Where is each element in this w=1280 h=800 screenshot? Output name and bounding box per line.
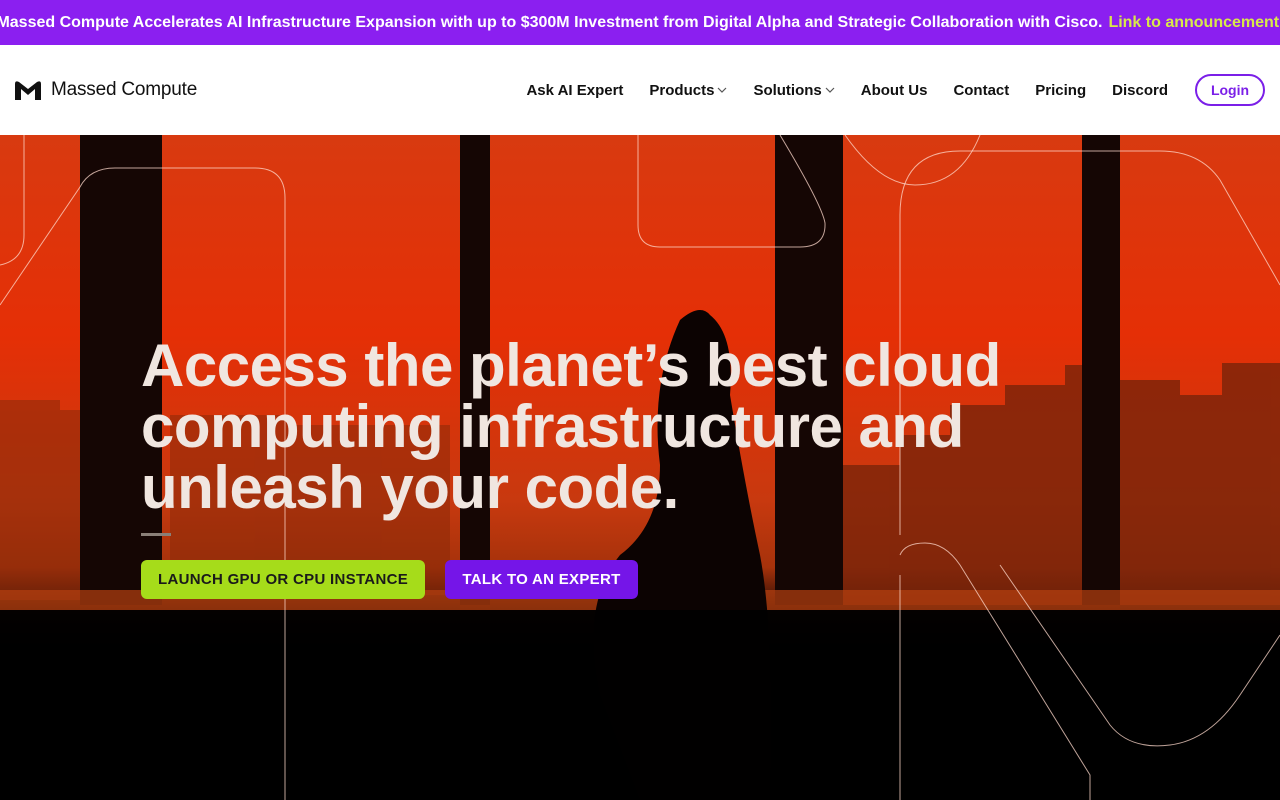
hero-headline: Access the planet’s best cloud computing… xyxy=(141,332,1001,521)
chevron-down-icon xyxy=(718,87,727,93)
launch-instance-button[interactable]: LAUNCH GPU OR CPU INSTANCE xyxy=(141,560,425,599)
nav-contact[interactable]: Contact xyxy=(953,82,1009,99)
login-button[interactable]: Login xyxy=(1195,74,1265,106)
main-nav: Ask AI Expert Products Solutions About U… xyxy=(500,45,1265,135)
nav-label: Solutions xyxy=(753,81,822,99)
massed-compute-logo-icon xyxy=(15,81,41,100)
nav-label: Ask AI Expert xyxy=(526,81,624,99)
hero-section: Access the planet’s best cloud computing… xyxy=(0,135,1280,800)
nav-solutions[interactable]: Solutions xyxy=(753,81,835,99)
nav-label: About Us xyxy=(860,81,928,99)
hero-divider xyxy=(141,533,171,536)
nav-label: Products xyxy=(649,81,715,99)
brand-name: Massed Compute xyxy=(51,79,198,100)
nav-products[interactable]: Products xyxy=(649,82,727,99)
site-header: Massed Compute Ask AI Expert Products So… xyxy=(0,45,1280,135)
nav-discord[interactable]: Discord xyxy=(1112,82,1168,99)
chevron-down-icon xyxy=(825,87,835,93)
nav-about-us[interactable]: About Us xyxy=(861,82,928,99)
announcement-text: Massed Compute Accelerates AI Infrastruc… xyxy=(0,13,1103,31)
brand-logo[interactable]: Massed Compute xyxy=(15,79,197,101)
announcement-bar: Massed Compute Accelerates AI Infrastruc… xyxy=(0,0,1280,45)
announcement-link[interactable]: Link to announcement. xyxy=(1108,14,1280,32)
nav-pricing[interactable]: Pricing xyxy=(1035,82,1086,99)
nav-label: Discord xyxy=(1112,81,1168,99)
nav-label: Pricing xyxy=(1035,81,1087,99)
nav-label: Contact xyxy=(953,81,1010,99)
nav-ask-ai-expert[interactable]: Ask AI Expert xyxy=(526,82,623,99)
talk-to-expert-button[interactable]: TALK TO AN EXPERT xyxy=(445,560,638,599)
